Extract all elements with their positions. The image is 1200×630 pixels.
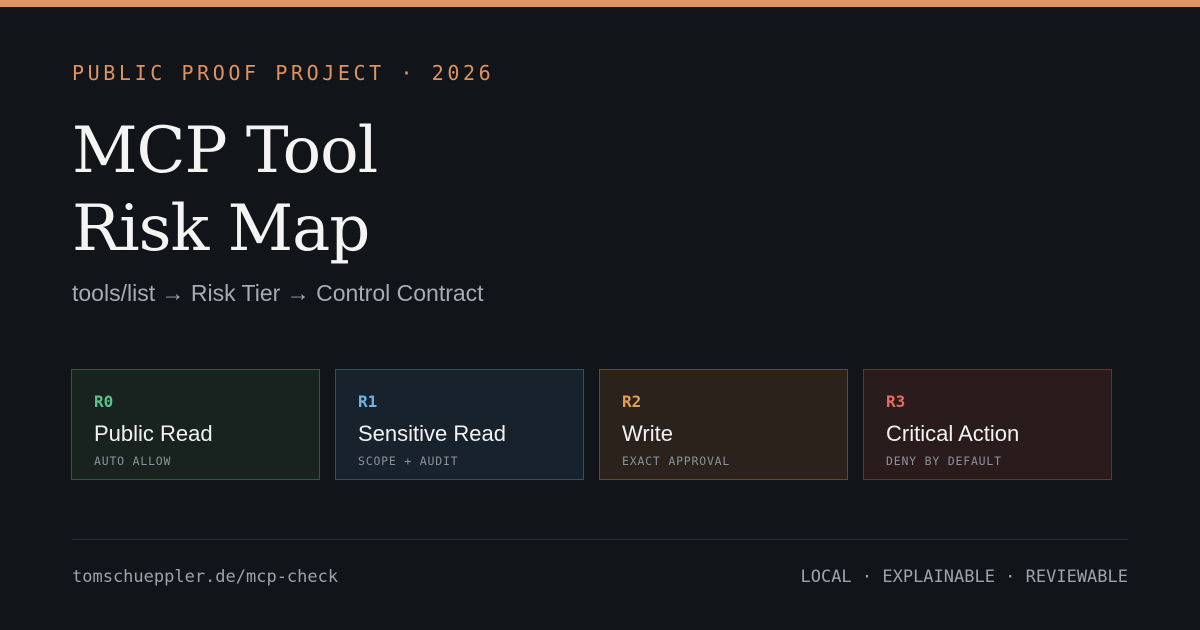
title-line-1: MCP Tool bbox=[72, 114, 378, 188]
tier-name: Critical Action bbox=[886, 421, 1020, 446]
footer-tags: LOCAL · EXPLAINABLE · REVIEWABLE bbox=[800, 567, 1128, 587]
top-accent-bar bbox=[0, 0, 1200, 7]
page-title: MCP Tool Risk Map bbox=[72, 112, 378, 268]
subtitle: tools/list → Risk Tier → Control Contrac… bbox=[72, 280, 484, 306]
tier-name: Public Read bbox=[94, 421, 213, 446]
tier-name: Write bbox=[622, 421, 673, 446]
tier-code: R0 bbox=[94, 392, 114, 411]
tier-card-r0: R0 Public Read AUTO ALLOW bbox=[71, 369, 320, 480]
tier-card-r2: R2 Write EXACT APPROVAL bbox=[599, 369, 848, 480]
footer-divider bbox=[72, 539, 1128, 540]
risk-tier-cards: R0 Public Read AUTO ALLOW R1 Sensitive R… bbox=[71, 369, 1112, 480]
tier-policy: DENY BY DEFAULT bbox=[886, 454, 1002, 468]
tier-code: R2 bbox=[622, 392, 642, 411]
tier-policy: AUTO ALLOW bbox=[94, 454, 172, 468]
eyebrow-label: PUBLIC PROOF PROJECT · 2026 bbox=[72, 61, 495, 85]
tier-policy: SCOPE + AUDIT bbox=[358, 454, 459, 468]
tier-card-r1: R1 Sensitive Read SCOPE + AUDIT bbox=[335, 369, 584, 480]
tier-code: R3 bbox=[886, 392, 906, 411]
tier-policy: EXACT APPROVAL bbox=[622, 454, 731, 468]
footer-url-link[interactable]: tomschueppler.de/mcp-check bbox=[72, 567, 338, 587]
tier-name: Sensitive Read bbox=[358, 421, 506, 446]
tier-card-r3: R3 Critical Action DENY BY DEFAULT bbox=[863, 369, 1112, 480]
title-line-2: Risk Map bbox=[72, 192, 370, 266]
tier-code: R1 bbox=[358, 392, 378, 411]
